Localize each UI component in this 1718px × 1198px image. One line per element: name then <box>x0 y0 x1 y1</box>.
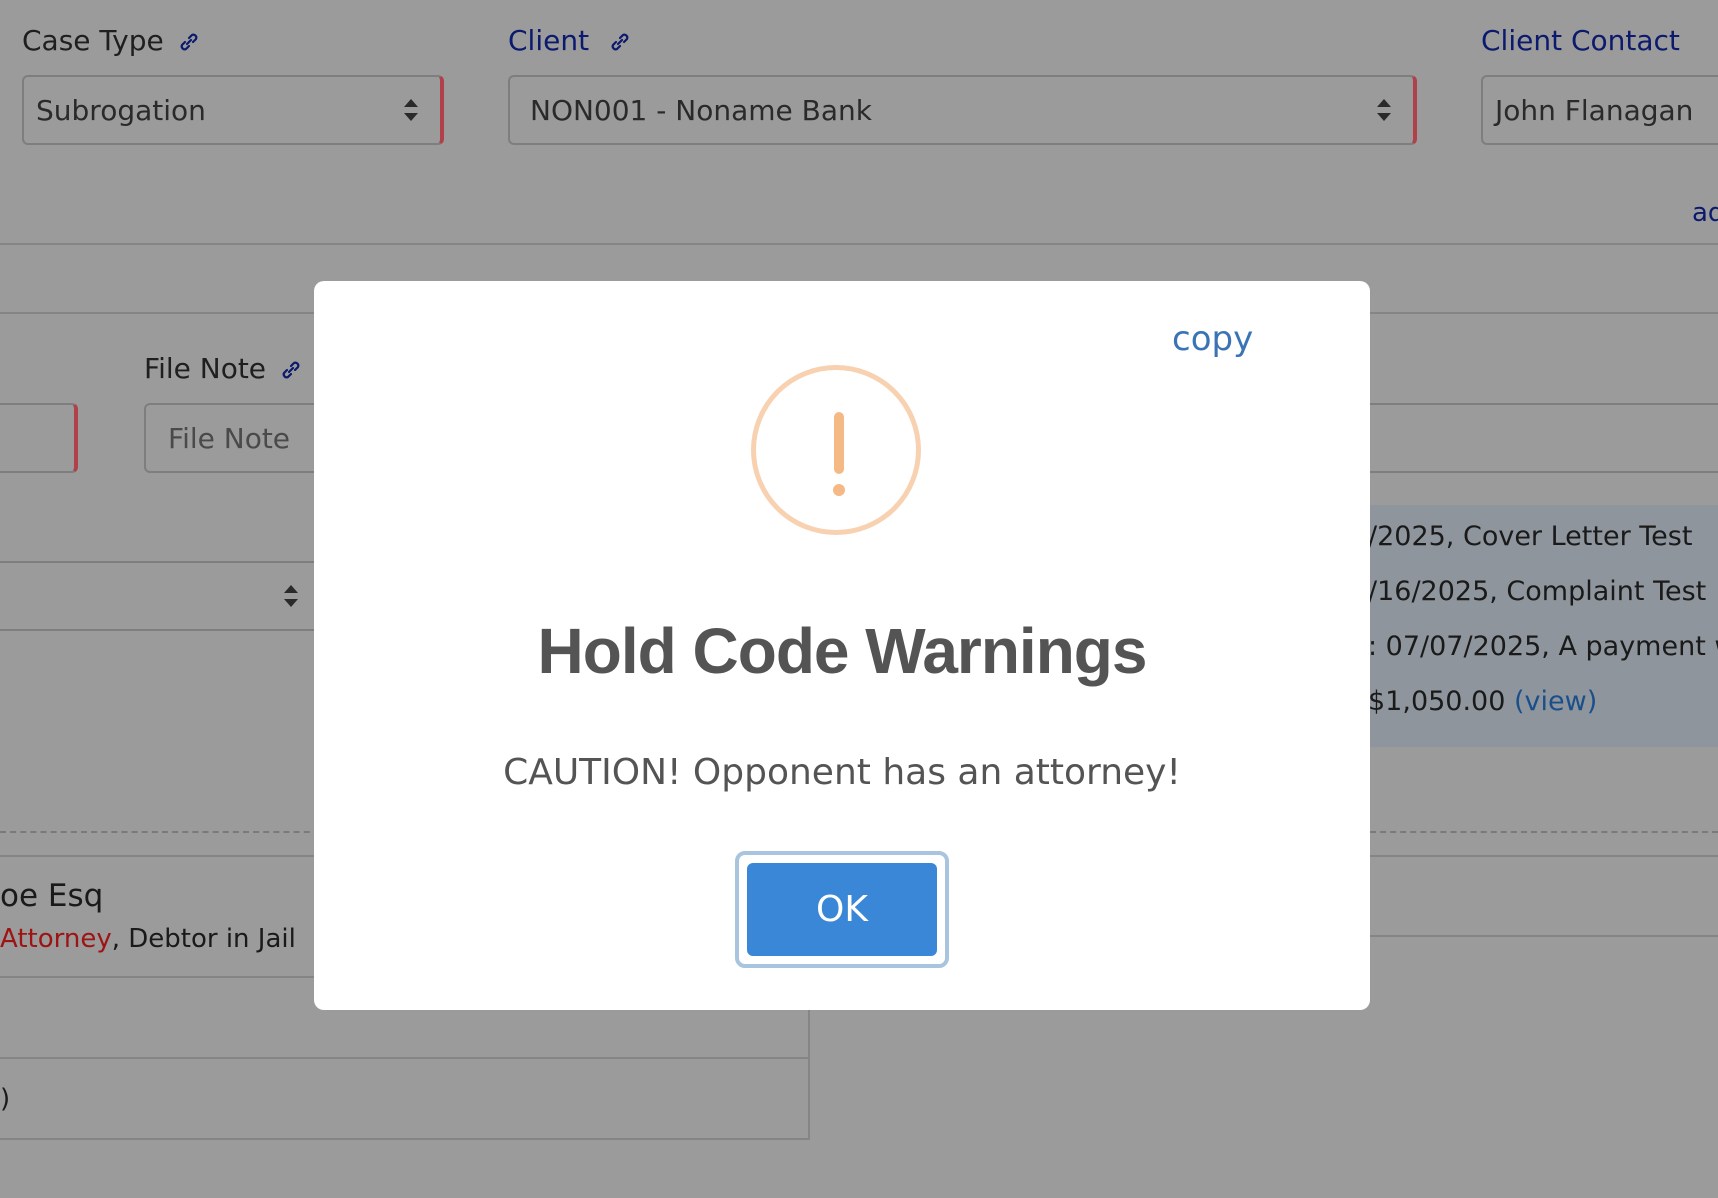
case-type-value: Subrogation <box>36 93 206 127</box>
party-name: oe Esq <box>0 878 104 914</box>
activity-line: $1,050.00 (view) <box>1368 686 1597 717</box>
ok-button-focus-ring: OK <box>735 851 949 968</box>
divider <box>0 855 330 857</box>
divider <box>0 1138 810 1140</box>
select-caret-icon <box>1377 99 1391 121</box>
case-type-select[interactable]: Subrogation <box>22 75 444 145</box>
left-lower-select[interactable] <box>0 561 330 631</box>
dashed-divider <box>0 831 330 833</box>
ok-button[interactable]: OK <box>747 863 937 956</box>
activity-line: : 07/07/2025, A payment w <box>1368 631 1718 662</box>
divider <box>1360 855 1718 857</box>
divider <box>1360 935 1718 937</box>
link-icon[interactable] <box>179 32 199 52</box>
view-link[interactable]: (view) <box>1514 686 1597 717</box>
client-label-text: Client <box>508 24 590 57</box>
divider <box>0 243 1718 245</box>
file-note-label: File Note <box>144 352 301 385</box>
left-select-field[interactable] <box>0 403 78 473</box>
link-icon[interactable] <box>610 32 630 52</box>
modal-message: CAUTION! Opponent has an attorney! <box>503 752 1181 793</box>
select-caret-icon <box>404 99 418 121</box>
warning-icon-dot <box>833 484 845 496</box>
activity-line: /2025, Cover Letter Test <box>1368 521 1693 552</box>
attorney-tag: Attorney <box>0 924 112 954</box>
activity-line: /16/2025, Complaint Test <box>1368 576 1707 607</box>
client-label: Client <box>508 24 630 57</box>
row-partial-text: ) <box>0 1084 11 1114</box>
client-select[interactable]: NON001 - Noname Bank <box>508 75 1417 145</box>
case-type-label: Case Type <box>22 24 199 57</box>
warning-icon-bar <box>834 412 844 474</box>
modal-title: Hold Code Warnings <box>537 615 1148 687</box>
warning-icon <box>751 365 921 535</box>
client-value: NON001 - Noname Bank <box>530 93 872 127</box>
add-link[interactable]: ad <box>1692 198 1718 228</box>
tag-separator: , <box>111 924 129 954</box>
copy-link[interactable]: copy <box>1172 319 1253 359</box>
case-type-label-text: Case Type <box>22 24 164 57</box>
client-contact-value: John Flanagan <box>1495 93 1694 127</box>
client-contact-label: Client Contact <box>1481 24 1680 57</box>
divider <box>0 1057 810 1059</box>
divider <box>808 1010 810 1140</box>
party-tags: Attorney, Debtor in Jail <box>0 924 296 954</box>
file-note-placeholder: File Note <box>168 421 291 455</box>
hold-code-warning-modal: copy Hold Code Warnings CAUTION! Opponen… <box>314 281 1370 1010</box>
dashed-divider <box>1360 831 1718 833</box>
select-caret-icon <box>284 585 298 607</box>
right-input-field[interactable] <box>1360 403 1718 473</box>
debtor-in-jail-tag: Debtor in Jail <box>128 924 296 954</box>
link-icon[interactable] <box>281 360 301 380</box>
client-contact-input[interactable]: John Flanagan <box>1481 75 1718 145</box>
file-note-label-text: File Note <box>144 352 267 385</box>
balance-amount: $1,050.00 <box>1368 686 1506 717</box>
